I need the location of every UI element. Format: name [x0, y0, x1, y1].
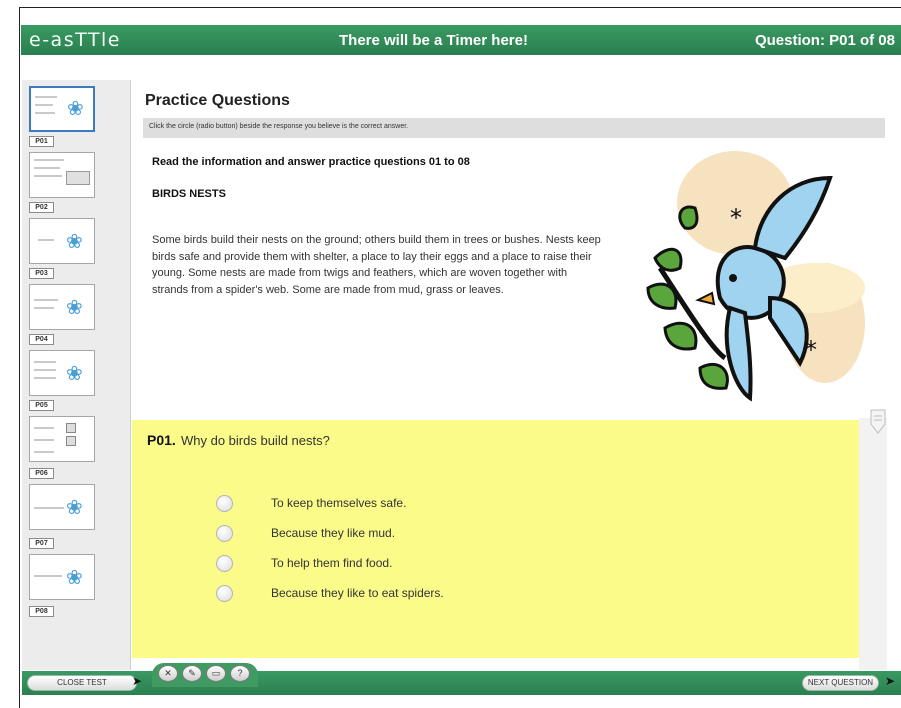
question-number: P01.: [147, 432, 176, 448]
close-test-label: CLOSE TEST: [57, 678, 107, 687]
svg-text:*: *: [805, 336, 817, 364]
passage-text: Some birds build their nests on the grou…: [152, 234, 601, 296]
bottom-bar: CLOSE TEST ➤ ✕ ✎ ▭ ? NEXT QUESTION ➤: [22, 663, 901, 695]
top-bar: e-asTTle There will be a Timer here! Que…: [21, 25, 901, 55]
thumbnail-p01[interactable]: ❀: [29, 86, 95, 132]
question-navigator: ❀ P01 P02 ❀ P03 ❀ P04 ❀ P05 P06 ❀ P07 ❀ …: [22, 80, 131, 670]
next-question-label: NEXT QUESTION: [807, 678, 874, 687]
right-gutter: [859, 418, 887, 670]
bird-icon: ❀: [66, 231, 83, 253]
thumbnail-label-p07[interactable]: P07: [29, 538, 54, 549]
thumbnail-label-p04[interactable]: P04: [29, 334, 54, 345]
answer-label[interactable]: Because they like to eat spiders.: [271, 586, 444, 600]
bird-icon: ❀: [66, 297, 83, 319]
answer-label[interactable]: To keep themselves safe.: [271, 496, 406, 510]
bird-illustration: * *: [646, 151, 865, 402]
radio-button[interactable]: [216, 495, 233, 512]
thumbnail-p08[interactable]: ❀: [29, 554, 95, 600]
eraser-icon[interactable]: ▭: [206, 665, 226, 682]
thumbnail-label-p01[interactable]: P01: [29, 136, 54, 147]
thumbnail-p07[interactable]: ❀: [29, 484, 95, 530]
thumbnail-p05[interactable]: ❀: [29, 350, 95, 396]
thumbnail-p02[interactable]: [29, 152, 95, 198]
thumbnail-p06[interactable]: [29, 416, 95, 462]
question-counter: Question: P01 of 08: [754, 32, 895, 49]
answer-label[interactable]: Because they like mud.: [271, 526, 395, 540]
resize-handle-icon[interactable]: [869, 406, 887, 436]
instruction-bar: Click the circle (radio button) beside t…: [143, 118, 885, 138]
thumbnail-p03[interactable]: ❀: [29, 218, 95, 264]
bird-icon: ❀: [66, 363, 83, 385]
radio-button[interactable]: [216, 555, 233, 572]
close-test-button[interactable]: CLOSE TEST: [27, 675, 137, 691]
bird-icon: ❀: [66, 497, 83, 519]
instruction-text: Click the circle (radio button) beside t…: [149, 123, 409, 130]
passage-heading: BIRDS NESTS: [152, 188, 226, 200]
next-question-button[interactable]: NEXT QUESTION: [802, 675, 879, 691]
page-title: Practice Questions: [145, 92, 290, 109]
arrow-right-icon[interactable]: ➤: [885, 674, 895, 688]
bird-icon: ❀: [66, 567, 83, 589]
read-prompt: Read the information and answer practice…: [152, 156, 470, 168]
answer-label[interactable]: To help them find food.: [271, 556, 392, 570]
radio-button[interactable]: [216, 585, 233, 602]
radio-button[interactable]: [216, 525, 233, 542]
thumbnail-label-p06[interactable]: P06: [29, 468, 54, 479]
question-panel: P01. Why do birds build nests? To keep t…: [132, 420, 859, 658]
question-text: Why do birds build nests?: [181, 433, 330, 448]
arrow-right-icon[interactable]: ➤: [132, 674, 142, 688]
tool-tray: ✕ ✎ ▭ ?: [152, 663, 258, 687]
bird-icon: ❀: [67, 98, 84, 120]
svg-text:*: *: [730, 204, 742, 232]
thumbnail-p04[interactable]: ❀: [29, 284, 95, 330]
pencil-icon[interactable]: ✎: [182, 665, 202, 682]
thumbnail-label-p03[interactable]: P03: [29, 268, 54, 279]
app-logo: e-asTTle: [29, 29, 121, 51]
help-icon[interactable]: ?: [230, 665, 250, 682]
timer-text: There will be a Timer here!: [339, 32, 528, 49]
x-icon[interactable]: ✕: [158, 665, 178, 682]
thumbnail-label-p05[interactable]: P05: [29, 400, 54, 411]
thumbnail-label-p02[interactable]: P02: [29, 202, 54, 213]
thumbnail-label-p08[interactable]: P08: [29, 606, 54, 617]
